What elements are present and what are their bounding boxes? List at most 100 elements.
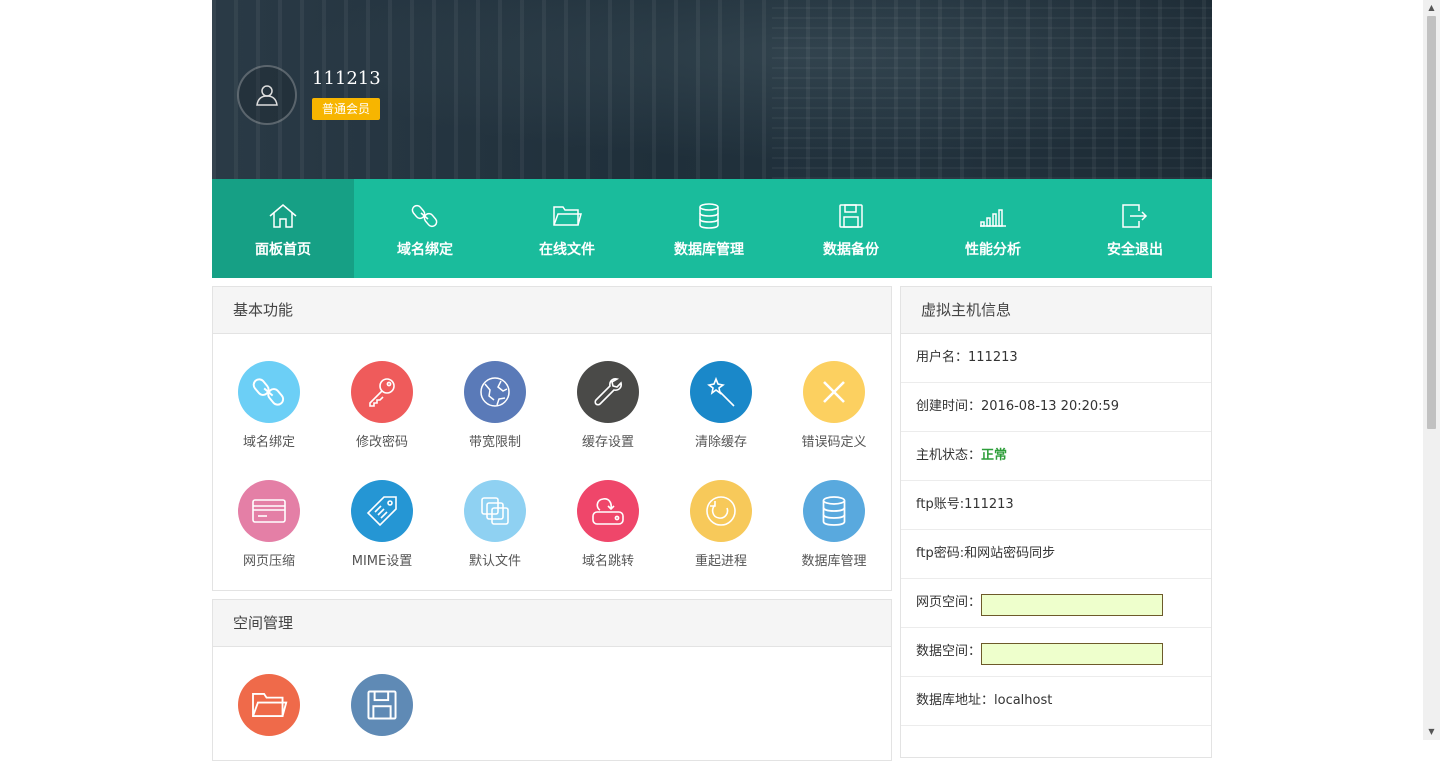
func-domain-redirect[interactable]: 域名跳转 — [563, 480, 653, 569]
panel-title: 空间管理 — [213, 600, 891, 647]
nav-label: 面板首页 — [255, 242, 311, 258]
func-icon-circle — [803, 480, 865, 542]
status-value: 正常 — [981, 448, 1008, 463]
username: 111213 — [312, 68, 381, 89]
tag-icon — [366, 496, 397, 527]
db-space-usage-bar — [981, 643, 1163, 665]
func-domain-binding[interactable]: 域名绑定 — [224, 361, 314, 450]
info-username: 用户名：111213 — [901, 334, 1211, 383]
func-label: 默认文件 — [468, 554, 521, 569]
func-label: 带宽限制 — [468, 435, 521, 450]
func-error-code[interactable]: 错误码定义 — [789, 361, 879, 450]
nav-label: 安全退出 — [1107, 242, 1163, 258]
folder-icon — [252, 693, 288, 717]
nav-item-performance[interactable]: 性能分析 — [922, 179, 1064, 278]
info-created-time: 创建时间：2016-08-13 20:20:59 — [901, 383, 1211, 432]
func-label: 数据库管理 — [801, 554, 867, 569]
nav-item-database[interactable]: 数据库管理 — [638, 179, 780, 278]
func-label: 域名跳转 — [581, 554, 634, 569]
func-icon-circle — [351, 674, 413, 736]
func-default-files[interactable]: 默认文件 — [450, 480, 540, 569]
func-clear-cache[interactable]: 清除缓存 — [676, 361, 766, 450]
func-icon-circle — [351, 480, 413, 542]
panel-title: 虚拟主机信息 — [901, 287, 1211, 334]
func-label: 重起进程 — [694, 554, 747, 569]
space-management-panel: 空间管理 — [212, 599, 892, 761]
func-icon-circle — [238, 361, 300, 423]
scroll-down-arrow[interactable]: ▼ — [1423, 724, 1440, 740]
func-icon-circle — [464, 361, 526, 423]
func-label: 域名绑定 — [242, 435, 295, 450]
func-label: 清除缓存 — [694, 435, 747, 450]
refresh-icon — [706, 496, 736, 526]
func-icon-circle — [351, 361, 413, 423]
profile-header: 111213 普通会员 — [212, 0, 1212, 179]
folder-icon — [553, 206, 582, 226]
nav-label: 数据备份 — [823, 242, 879, 258]
basic-functions-panel: 基本功能 域名绑定 修改密码 带宽限制 缓存设置 清除缓存 错误码定义 网页压缩… — [212, 286, 892, 591]
status-label: 主机状态： — [916, 448, 982, 463]
info-db-space: 数据空间： — [901, 628, 1211, 677]
func-icon-circle — [238, 674, 300, 736]
func-icon-circle — [577, 361, 639, 423]
nav-item-logout[interactable]: 安全退出 — [1064, 179, 1206, 278]
func-icon-circle — [464, 480, 526, 542]
member-level-badge: 普通会员 — [312, 98, 381, 120]
database-icon — [822, 496, 846, 526]
func-label: 错误码定义 — [801, 435, 867, 450]
func-change-password[interactable]: 修改密码 — [337, 361, 427, 450]
func-database-management[interactable]: 数据库管理 — [789, 480, 879, 569]
nav-item-domain[interactable]: 域名绑定 — [354, 179, 496, 278]
logout-icon — [1122, 204, 1148, 228]
info-host-status: 主机状态：正常 — [901, 432, 1211, 481]
globe-icon — [480, 377, 510, 407]
home-icon — [269, 204, 297, 228]
info-ftp-account: ftp账号:111213 — [901, 481, 1211, 530]
func-icon-circle — [803, 361, 865, 423]
web-space-label: 网页空间： — [916, 595, 982, 610]
func-icon-circle — [577, 480, 639, 542]
func-page-compression[interactable]: 网页压缩 — [224, 480, 314, 569]
header-background-texture — [772, 0, 1212, 179]
nav-label: 数据库管理 — [674, 242, 744, 258]
page-scrollbar[interactable]: ▲ ▼ — [1423, 0, 1440, 740]
info-web-space: 网页空间： — [901, 579, 1211, 628]
func-cache-settings[interactable]: 缓存设置 — [563, 361, 653, 450]
func-icon-circle — [238, 480, 300, 542]
avatar[interactable] — [237, 65, 297, 125]
func-restart-process[interactable]: 重起进程 — [676, 480, 766, 569]
func-bandwidth-limit[interactable]: 带宽限制 — [450, 361, 540, 450]
card-icon — [252, 499, 286, 523]
func-label: 缓存设置 — [581, 435, 634, 450]
scroll-thumb[interactable] — [1427, 16, 1436, 429]
space-online-files[interactable] — [224, 674, 314, 736]
save-icon — [367, 690, 397, 720]
nav-label: 性能分析 — [965, 242, 1021, 258]
web-space-usage-bar — [981, 594, 1163, 616]
scroll-up-arrow[interactable]: ▲ — [1423, 0, 1440, 16]
nav-item-home[interactable]: 面板首页 — [212, 179, 354, 278]
link-icon — [411, 204, 438, 228]
func-icon-circle — [690, 361, 752, 423]
db-space-label: 数据空间： — [916, 644, 982, 659]
host-info-panel: 虚拟主机信息 用户名：111213 创建时间：2016-08-13 20:20:… — [900, 286, 1212, 758]
func-label: 网页压缩 — [242, 554, 295, 569]
link-icon — [252, 378, 285, 406]
user-icon — [256, 85, 278, 106]
redirect-icon — [592, 498, 624, 525]
info-ftp-password: ftp密码:和网站密码同步 — [901, 530, 1211, 579]
files-icon — [481, 497, 509, 525]
func-label: 修改密码 — [355, 435, 408, 450]
wrench-icon — [594, 378, 622, 406]
key-icon — [369, 378, 395, 407]
func-label: MIME设置 — [351, 554, 413, 569]
info-db-host: 数据库地址：localhost — [901, 677, 1211, 726]
func-icon-circle — [690, 480, 752, 542]
nav-item-backup[interactable]: 数据备份 — [780, 179, 922, 278]
space-backup[interactable] — [337, 674, 427, 736]
func-mime-settings[interactable]: MIME设置 — [337, 480, 427, 569]
nav-item-files[interactable]: 在线文件 — [496, 179, 638, 278]
nav-label: 域名绑定 — [397, 242, 453, 258]
main-nav: 面板首页 域名绑定 在线文件 数据库管理 数据备份 性能分析 安全退出 — [212, 179, 1212, 278]
signal-icon — [980, 209, 1006, 227]
